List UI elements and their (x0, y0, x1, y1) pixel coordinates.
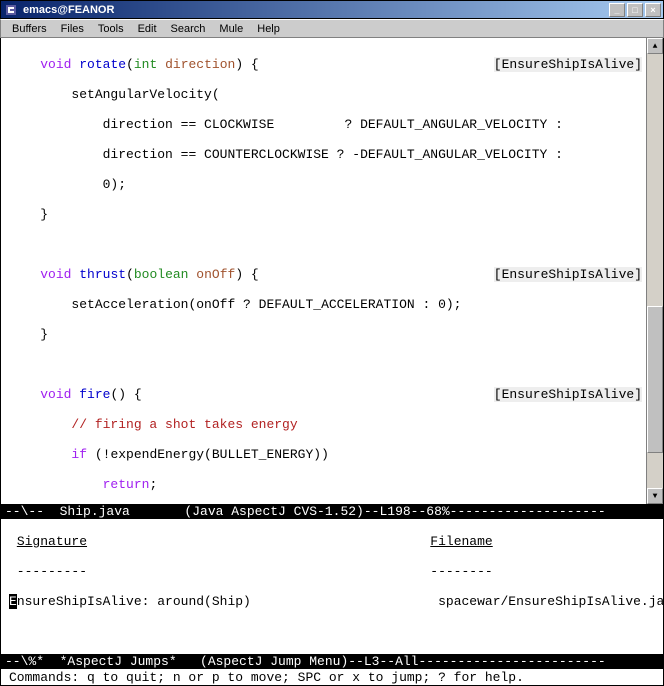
advice-annotation: [EnsureShipIsAlive] (494, 57, 642, 72)
menu-mule[interactable]: Mule (212, 21, 250, 37)
menu-files[interactable]: Files (54, 21, 91, 37)
window-title: emacs@FEANOR (23, 4, 609, 16)
column-header-signature: Signature (17, 534, 87, 549)
advice-annotation: [EnsureShipIsAlive] (494, 267, 642, 282)
window-controls: _ □ × (609, 3, 661, 17)
cursor: E (9, 594, 17, 609)
vertical-scrollbar[interactable]: ▲ ▼ (646, 38, 663, 504)
scroll-track[interactable] (647, 54, 663, 488)
jump-filename[interactable]: spacewar/EnsureShipIsAlive.ja$ (438, 594, 664, 609)
title-bar: emacs@FEANOR _ □ × (0, 0, 664, 19)
mode-line-main: --\-- Ship.java (Java AspectJ CVS-1.52)-… (0, 504, 664, 519)
code-editor[interactable]: [EnsureShipIsAlive] void rotate(int dire… (1, 38, 646, 504)
app-icon (3, 2, 19, 18)
advice-annotation: [EnsureShipIsAlive] (494, 387, 642, 402)
menu-edit[interactable]: Edit (131, 21, 164, 37)
menu-tools[interactable]: Tools (91, 21, 131, 37)
jump-signature[interactable]: nsureShipIsAlive: around(Ship) (17, 594, 251, 609)
scroll-up-button[interactable]: ▲ (647, 38, 663, 54)
scroll-down-button[interactable]: ▼ (647, 488, 663, 504)
menu-bar: Buffers Files Tools Edit Search Mule Hel… (0, 19, 664, 38)
menu-buffers[interactable]: Buffers (5, 21, 54, 37)
menu-help[interactable]: Help (250, 21, 287, 37)
minibuffer[interactable]: Commands: q to quit; n or p to move; SPC… (0, 669, 664, 686)
maximize-button[interactable]: □ (627, 3, 643, 17)
column-header-filename: Filename (430, 534, 492, 549)
minimize-button[interactable]: _ (609, 3, 625, 17)
aspectj-jumps-pane[interactable]: Signature Filename --------- -------- En… (0, 519, 664, 654)
mode-line-aspectj: --\%* *AspectJ Jumps* (AspectJ Jump Menu… (0, 654, 664, 669)
close-button[interactable]: × (645, 3, 661, 17)
scroll-thumb[interactable] (647, 306, 663, 454)
menu-search[interactable]: Search (164, 21, 213, 37)
